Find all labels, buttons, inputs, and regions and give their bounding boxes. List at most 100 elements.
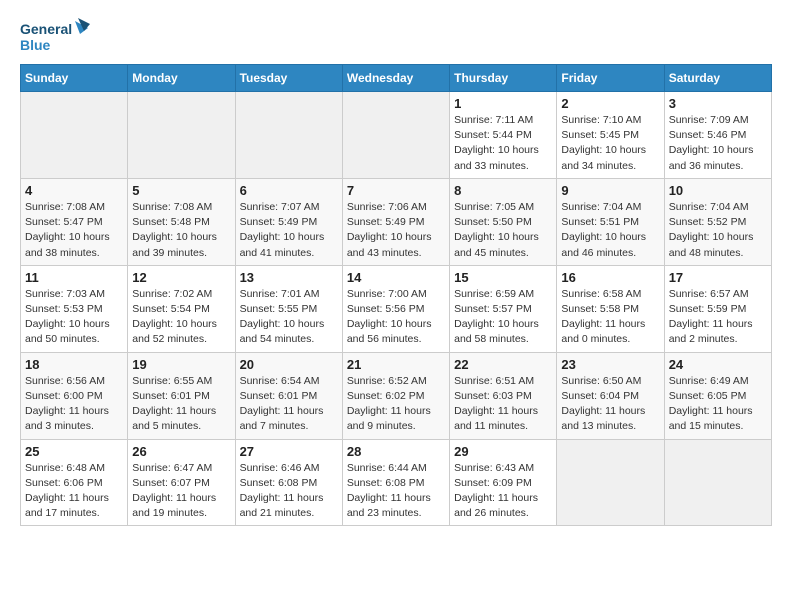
calendar-cell: 9 Sunrise: 7:04 AM Sunset: 5:51 PM Daylig… (557, 178, 664, 265)
calendar-cell: 17 Sunrise: 6:57 AM Sunset: 5:59 PM Dayli… (664, 265, 771, 352)
day-detail: Sunrise: 7:02 AM Sunset: 5:54 PM Dayligh… (132, 287, 230, 348)
day-detail: Sunrise: 6:59 AM Sunset: 5:57 PM Dayligh… (454, 287, 552, 348)
calendar-cell: 19Sunrise: 6:55 AM Sunset: 6:01 PM Dayli… (128, 352, 235, 439)
day-detail: Sunrise: 7:04 AM Sunset: 5:52 PM Dayligh… (669, 200, 767, 261)
calendar-cell: 7 Sunrise: 7:06 AM Sunset: 5:49 PM Daylig… (342, 178, 449, 265)
calendar-cell: 2 Sunrise: 7:10 AM Sunset: 5:45 PM Daylig… (557, 92, 664, 179)
calendar-cell: 14Sunrise: 7:00 AM Sunset: 5:56 PM Dayli… (342, 265, 449, 352)
day-number: 27 (240, 444, 338, 459)
day-number: 13 (240, 270, 338, 285)
calendar-cell (128, 92, 235, 179)
day-number: 20 (240, 357, 338, 372)
day-number: 1 (454, 96, 552, 111)
day-number: 16 (561, 270, 659, 285)
day-number: 18 (25, 357, 123, 372)
day-number: 29 (454, 444, 552, 459)
calendar-cell (21, 92, 128, 179)
calendar-cell (342, 92, 449, 179)
day-number: 4 (25, 183, 123, 198)
day-detail: Sunrise: 7:11 AM Sunset: 5:44 PM Dayligh… (454, 113, 552, 174)
calendar-cell: 21Sunrise: 6:52 AM Sunset: 6:02 PM Dayli… (342, 352, 449, 439)
calendar-cell: 13 Sunrise: 7:01 AM Sunset: 5:55 PM Dayli… (235, 265, 342, 352)
calendar-cell: 16 Sunrise: 6:58 AM Sunset: 5:58 PM Dayli… (557, 265, 664, 352)
day-detail: Sunrise: 7:06 AM Sunset: 5:49 PM Dayligh… (347, 200, 445, 261)
calendar-cell: 11 Sunrise: 7:03 AM Sunset: 5:53 PM Dayli… (21, 265, 128, 352)
day-number: 5 (132, 183, 230, 198)
day-detail: Sunrise: 7:08 AM Sunset: 5:47 PM Dayligh… (25, 200, 123, 261)
day-detail: Sunrise: 6:58 AM Sunset: 5:58 PM Dayligh… (561, 287, 659, 348)
weekday-header-saturday: Saturday (664, 65, 771, 92)
calendar-cell: 27 Sunrise: 6:46 AM Sunset: 6:08 PM Dayli… (235, 439, 342, 526)
day-detail: Sunrise: 6:46 AM Sunset: 6:08 PM Dayligh… (240, 461, 338, 522)
calendar-cell: 25 Sunrise: 6:48 AM Sunset: 6:06 PM Dayli… (21, 439, 128, 526)
calendar-cell (664, 439, 771, 526)
day-number: 9 (561, 183, 659, 198)
page-header: GeneralBlue (20, 16, 772, 56)
calendar-cell: 12 Sunrise: 7:02 AM Sunset: 5:54 PM Dayli… (128, 265, 235, 352)
day-detail: Sunrise: 7:08 AM Sunset: 5:48 PM Dayligh… (132, 200, 230, 261)
weekday-header-wednesday: Wednesday (342, 65, 449, 92)
day-detail: Sunrise: 7:00 AM Sunset: 5:56 PM Dayligh… (347, 287, 445, 348)
calendar-cell: 5 Sunrise: 7:08 AM Sunset: 5:48 PM Daylig… (128, 178, 235, 265)
calendar-cell: 3 Sunrise: 7:09 AM Sunset: 5:46 PM Daylig… (664, 92, 771, 179)
calendar-cell: 29 Sunrise: 6:43 AM Sunset: 6:09 PM Dayli… (450, 439, 557, 526)
day-detail: Sunrise: 6:55 AM Sunset: 6:01 PM Dayligh… (132, 374, 230, 435)
day-detail: Sunrise: 6:47 AM Sunset: 6:07 PM Dayligh… (132, 461, 230, 522)
logo: GeneralBlue (20, 16, 90, 56)
calendar-cell: 24 Sunrise: 6:49 AM Sunset: 6:05 PM Dayli… (664, 352, 771, 439)
calendar-cell: 10 Sunrise: 7:04 AM Sunset: 5:52 PM Dayli… (664, 178, 771, 265)
calendar-cell (557, 439, 664, 526)
calendar-cell: 8Sunrise: 7:05 AM Sunset: 5:50 PM Daylig… (450, 178, 557, 265)
calendar-cell: 4 Sunrise: 7:08 AM Sunset: 5:47 PM Daylig… (21, 178, 128, 265)
calendar-table: SundayMondayTuesdayWednesdayThursdayFrid… (20, 64, 772, 526)
day-number: 7 (347, 183, 445, 198)
day-number: 6 (240, 183, 338, 198)
day-number: 28 (347, 444, 445, 459)
day-number: 25 (25, 444, 123, 459)
day-number: 15 (454, 270, 552, 285)
day-detail: Sunrise: 7:09 AM Sunset: 5:46 PM Dayligh… (669, 113, 767, 174)
day-number: 12 (132, 270, 230, 285)
calendar-cell: 20Sunrise: 6:54 AM Sunset: 6:01 PM Dayli… (235, 352, 342, 439)
day-number: 26 (132, 444, 230, 459)
day-detail: Sunrise: 6:44 AM Sunset: 6:08 PM Dayligh… (347, 461, 445, 522)
weekday-header-friday: Friday (557, 65, 664, 92)
calendar-cell: 6 Sunrise: 7:07 AM Sunset: 5:49 PM Daylig… (235, 178, 342, 265)
week-row-1: 1 Sunrise: 7:11 AM Sunset: 5:44 PM Daylig… (21, 92, 772, 179)
calendar-cell: 18 Sunrise: 6:56 AM Sunset: 6:00 PM Dayli… (21, 352, 128, 439)
weekday-header-tuesday: Tuesday (235, 65, 342, 92)
week-row-5: 25 Sunrise: 6:48 AM Sunset: 6:06 PM Dayli… (21, 439, 772, 526)
calendar-cell: 1 Sunrise: 7:11 AM Sunset: 5:44 PM Daylig… (450, 92, 557, 179)
day-number: 21 (347, 357, 445, 372)
day-number: 2 (561, 96, 659, 111)
day-detail: Sunrise: 6:49 AM Sunset: 6:05 PM Dayligh… (669, 374, 767, 435)
day-number: 22 (454, 357, 552, 372)
day-detail: Sunrise: 7:01 AM Sunset: 5:55 PM Dayligh… (240, 287, 338, 348)
calendar-header: SundayMondayTuesdayWednesdayThursdayFrid… (21, 65, 772, 92)
day-number: 3 (669, 96, 767, 111)
calendar-cell: 28 Sunrise: 6:44 AM Sunset: 6:08 PM Dayli… (342, 439, 449, 526)
day-detail: Sunrise: 6:57 AM Sunset: 5:59 PM Dayligh… (669, 287, 767, 348)
day-detail: Sunrise: 6:48 AM Sunset: 6:06 PM Dayligh… (25, 461, 123, 522)
day-number: 8 (454, 183, 552, 198)
day-detail: Sunrise: 6:56 AM Sunset: 6:00 PM Dayligh… (25, 374, 123, 435)
calendar-body: 1 Sunrise: 7:11 AM Sunset: 5:44 PM Daylig… (21, 92, 772, 526)
day-detail: Sunrise: 7:07 AM Sunset: 5:49 PM Dayligh… (240, 200, 338, 261)
day-number: 17 (669, 270, 767, 285)
week-row-4: 18 Sunrise: 6:56 AM Sunset: 6:00 PM Dayli… (21, 352, 772, 439)
day-number: 24 (669, 357, 767, 372)
weekday-header-row: SundayMondayTuesdayWednesdayThursdayFrid… (21, 65, 772, 92)
day-detail: Sunrise: 7:04 AM Sunset: 5:51 PM Dayligh… (561, 200, 659, 261)
day-number: 10 (669, 183, 767, 198)
weekday-header-thursday: Thursday (450, 65, 557, 92)
logo-svg: GeneralBlue (20, 16, 90, 56)
day-detail: Sunrise: 7:10 AM Sunset: 5:45 PM Dayligh… (561, 113, 659, 174)
calendar-cell (235, 92, 342, 179)
week-row-3: 11 Sunrise: 7:03 AM Sunset: 5:53 PM Dayli… (21, 265, 772, 352)
day-detail: Sunrise: 6:43 AM Sunset: 6:09 PM Dayligh… (454, 461, 552, 522)
calendar-cell: 15 Sunrise: 6:59 AM Sunset: 5:57 PM Dayli… (450, 265, 557, 352)
day-detail: Sunrise: 7:03 AM Sunset: 5:53 PM Dayligh… (25, 287, 123, 348)
day-number: 11 (25, 270, 123, 285)
weekday-header-sunday: Sunday (21, 65, 128, 92)
calendar-cell: 23Sunrise: 6:50 AM Sunset: 6:04 PM Dayli… (557, 352, 664, 439)
